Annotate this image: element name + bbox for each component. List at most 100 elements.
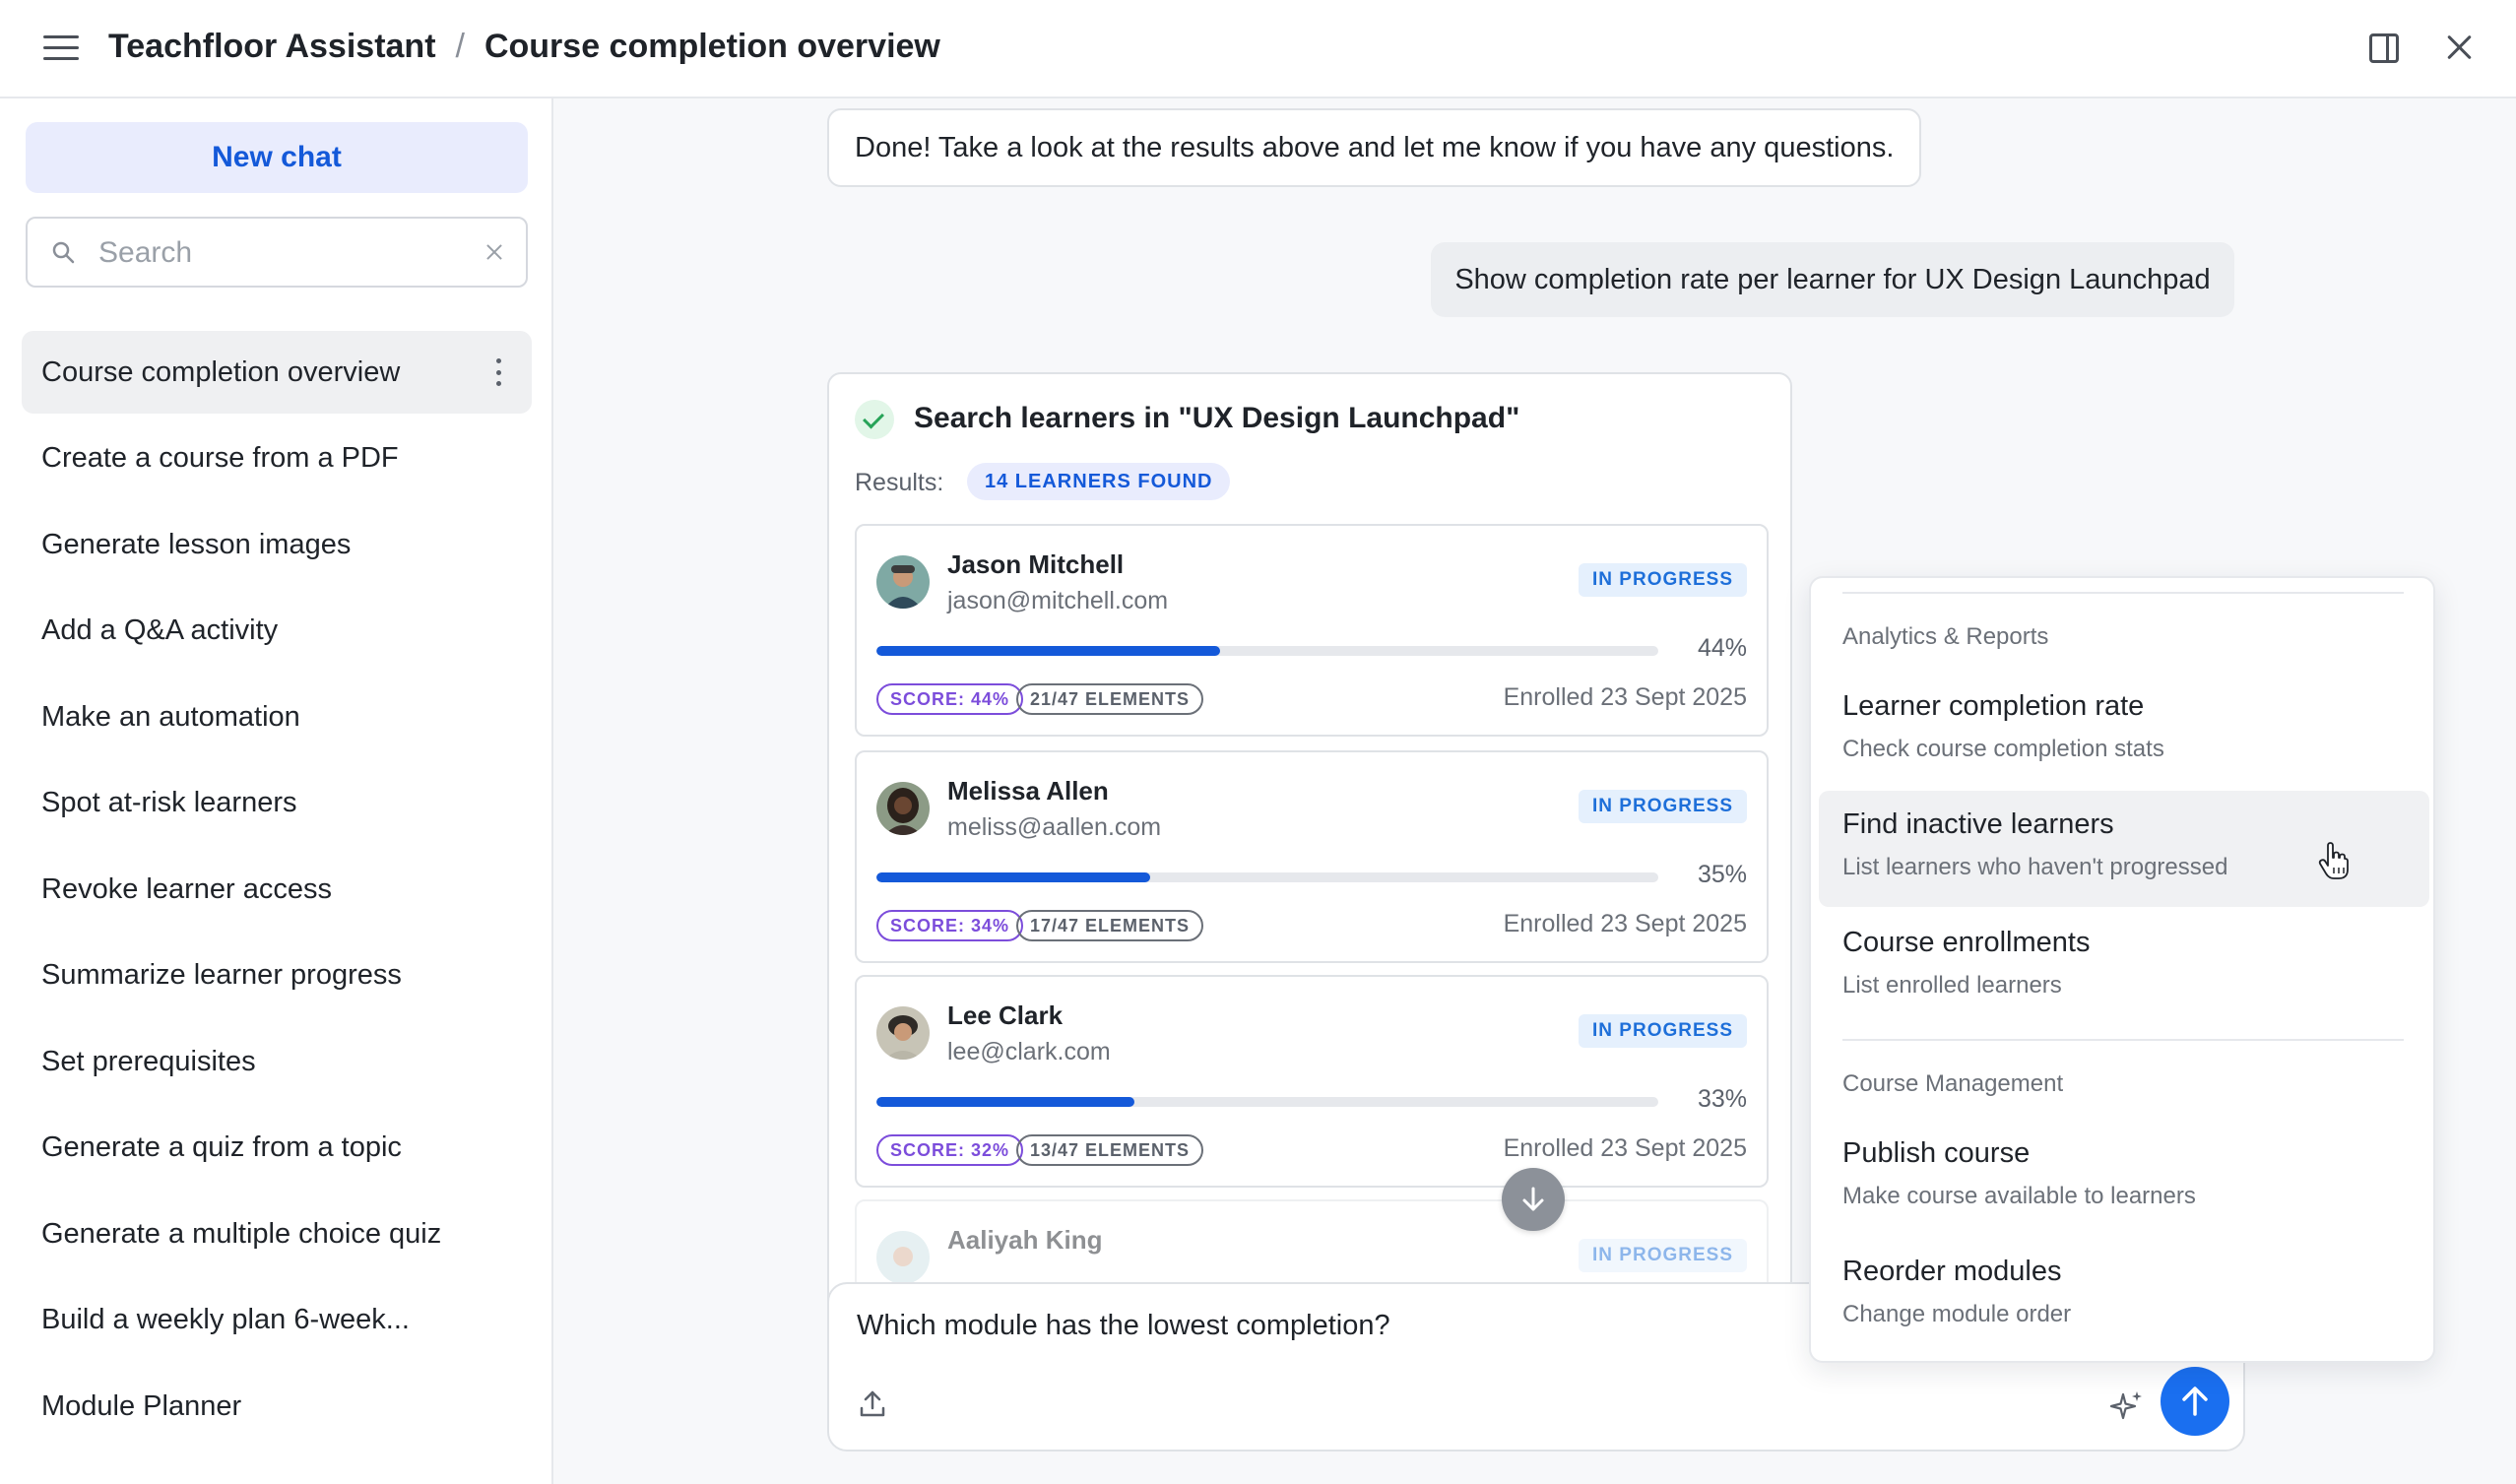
chat-item-course-completion-overview[interactable]: Course completion overview xyxy=(22,331,532,414)
status-badge: IN PROGRESS xyxy=(1579,790,1747,823)
learner-card[interactable]: Lee Clark lee@clark.com IN PROGRESS 33% … xyxy=(855,975,1769,1188)
avatar xyxy=(876,1231,930,1284)
learner-card[interactable]: Melissa Allen meliss@aallen.com IN PROGR… xyxy=(855,750,1769,963)
kebab-icon[interactable] xyxy=(496,358,502,386)
enrolled-date: Enrolled 23 Sept 2025 xyxy=(1503,910,1747,937)
menu-item-publish-course[interactable]: Publish course Make course available to … xyxy=(1819,1120,2429,1236)
menu-divider xyxy=(1842,1039,2404,1041)
elements-badge: 17/47 ELEMENTS xyxy=(1016,910,1204,941)
menu-group-label: Course Management xyxy=(1842,1070,2064,1097)
learner-email: lee@clark.com xyxy=(947,1038,1111,1065)
status-badge: IN PROGRESS xyxy=(1579,563,1747,597)
menu-divider xyxy=(1842,592,2404,594)
score-badge: SCORE: 34% xyxy=(876,910,1024,941)
sparkle-icon[interactable] xyxy=(2109,1388,2145,1424)
progress-percent: 33% xyxy=(1697,1085,1747,1113)
chat-item-build-weekly-plan[interactable]: Build a weekly plan 6-week... xyxy=(22,1279,532,1362)
status-badge: IN PROGRESS xyxy=(1579,1239,1747,1272)
chat-item-generate-multiple-choice-quiz[interactable]: Generate a multiple choice quiz xyxy=(22,1193,532,1275)
chat-item-spot-at-risk-learners[interactable]: Spot at-risk learners xyxy=(22,762,532,845)
chat-item-label: Generate a multiple choice quiz xyxy=(41,1217,442,1250)
chat-item-label: Generate lesson images xyxy=(41,528,352,560)
menu-group-label: Analytics & Reports xyxy=(1842,623,2049,650)
breadcrumb: Teachfloor Assistant / Course completion… xyxy=(108,28,940,66)
learner-email: jason@mitchell.com xyxy=(947,587,1169,614)
learner-name: Aaliyah King xyxy=(947,1225,1103,1255)
chat-item-add-qa-activity[interactable]: Add a Q&A activity xyxy=(22,590,532,673)
menu-item-learner-completion-rate[interactable]: Learner completion rate Check course com… xyxy=(1819,673,2429,789)
menu-icon[interactable] xyxy=(43,35,79,63)
learners-found-badge: 14 LEARNERS FOUND xyxy=(967,463,1231,500)
arrow-down-icon xyxy=(1522,1187,1544,1211)
learner-name: Melissa Allen xyxy=(947,776,1109,806)
search-input[interactable] xyxy=(98,232,473,274)
chat-item-label: Module Planner xyxy=(41,1389,242,1422)
chat-item-generate-lesson-images[interactable]: Generate lesson images xyxy=(22,503,532,586)
status-badge: IN PROGRESS xyxy=(1579,1014,1747,1048)
chat-item-create-course-from-pdf[interactable]: Create a course from a PDF xyxy=(22,418,532,500)
menu-item-subtitle: Change module order xyxy=(1842,1301,2072,1327)
learner-name: Jason Mitchell xyxy=(947,549,1125,579)
elements-badge: 21/47 ELEMENTS xyxy=(1016,683,1204,715)
enrolled-date: Enrolled 23 Sept 2025 xyxy=(1503,1134,1747,1162)
avatar xyxy=(876,1006,930,1060)
score-badge: SCORE: 44% xyxy=(876,683,1024,715)
send-arrow-icon xyxy=(2182,1387,2208,1416)
chat-item-label: Set prerequisites xyxy=(41,1045,256,1077)
composer-input[interactable]: Which module has the lowest completion? xyxy=(857,1310,1390,1342)
chat-list: Course completion overview Create a cour… xyxy=(22,331,532,1452)
score-badge: SCORE: 32% xyxy=(876,1134,1024,1166)
enrolled-date: Enrolled 23 Sept 2025 xyxy=(1503,683,1747,711)
breadcrumb-separator: / xyxy=(455,28,465,65)
tool-result-card: Search learners in "UX Design Launchpad"… xyxy=(827,372,1792,1357)
assistant-message: Done! Take a look at the results above a… xyxy=(827,108,1922,187)
new-chat-button[interactable]: New chat xyxy=(26,122,528,193)
user-message: Show completion rate per learner for UX … xyxy=(1431,242,2234,317)
menu-item-subtitle: List enrolled learners xyxy=(1842,972,2062,999)
progress-fill xyxy=(876,1097,1135,1107)
menu-item-subtitle: Make course available to learners xyxy=(1842,1183,2196,1209)
page-title: Course completion overview xyxy=(484,28,940,65)
menu-item-reorder-modules[interactable]: Reorder modules Change module order xyxy=(1819,1238,2429,1354)
clear-icon[interactable] xyxy=(484,242,504,262)
menu-item-title: Reorder modules xyxy=(1842,1256,2062,1287)
avatar xyxy=(876,555,930,609)
menu-item-course-enrollments[interactable]: Course enrollments List enrolled learner… xyxy=(1819,909,2429,1025)
chat-item-generate-quiz-topic[interactable]: Generate a quiz from a topic xyxy=(22,1107,532,1190)
chat-item-label: Create a course from a PDF xyxy=(41,442,399,474)
menu-item-title: Publish course xyxy=(1842,1137,2031,1169)
menu-item-title: Learner completion rate xyxy=(1842,690,2145,722)
menu-item-title: Course enrollments xyxy=(1842,927,2091,958)
tool-result-title: Search learners in "UX Design Launchpad" xyxy=(914,402,1520,434)
progress-percent: 35% xyxy=(1697,861,1747,888)
pointer-cursor-icon xyxy=(2318,842,2349,879)
avatar xyxy=(876,782,930,835)
upload-icon[interactable] xyxy=(857,1388,888,1420)
chat-item-module-planner[interactable]: Module Planner xyxy=(22,1365,532,1448)
menu-item-title: Find inactive learners xyxy=(1842,808,2114,840)
search-box[interactable] xyxy=(26,217,528,288)
app-name[interactable]: Teachfloor Assistant xyxy=(108,28,436,66)
progress-fill xyxy=(876,872,1150,882)
chat-item-summarize-learner-progress[interactable]: Summarize learner progress xyxy=(22,935,532,1017)
chat-item-label: Build a weekly plan 6-week... xyxy=(41,1304,410,1335)
chat-item-set-prerequisites[interactable]: Set prerequisites xyxy=(22,1020,532,1103)
learner-card[interactable]: Jason Mitchell jason@mitchell.com IN PRO… xyxy=(855,524,1769,737)
chat-item-label: Make an automation xyxy=(41,700,300,733)
progress-fill xyxy=(876,646,1221,656)
send-button[interactable] xyxy=(2161,1367,2229,1436)
suggestion-menu: Analytics & Reports Learner completion r… xyxy=(1809,576,2435,1363)
chat-item-make-automation[interactable]: Make an automation xyxy=(22,676,532,758)
results-label: Results: xyxy=(855,469,944,496)
sidebar: New chat Course completion overview Crea… xyxy=(0,98,553,1484)
menu-item-subtitle: List learners who haven't progressed xyxy=(1842,854,2228,880)
progress-percent: 44% xyxy=(1697,634,1747,662)
panel-toggle-icon[interactable] xyxy=(2369,33,2399,63)
close-icon[interactable] xyxy=(2442,30,2478,65)
chat-item-label: Revoke learner access xyxy=(41,872,332,905)
progress-bar xyxy=(876,872,1658,882)
elements-badge: 13/47 ELEMENTS xyxy=(1016,1134,1204,1166)
progress-bar xyxy=(876,1097,1658,1107)
scroll-down-button[interactable] xyxy=(1502,1168,1565,1231)
chat-item-revoke-learner-access[interactable]: Revoke learner access xyxy=(22,848,532,931)
